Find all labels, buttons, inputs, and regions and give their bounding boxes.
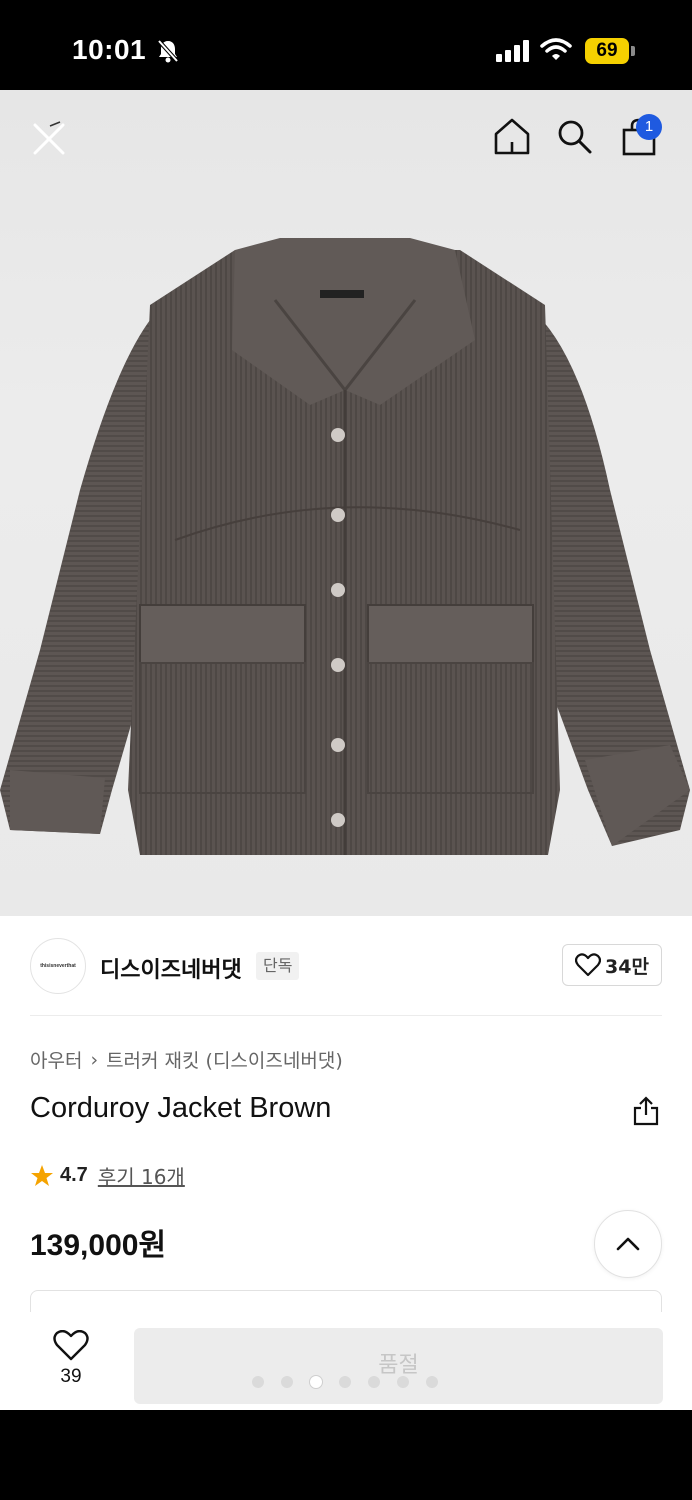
carousel-dot[interactable] bbox=[397, 1376, 409, 1388]
breadcrumb: 아우터 › 트러커 재킷 (디스이즈네버댓) bbox=[30, 1046, 343, 1073]
heart-icon bbox=[575, 953, 602, 977]
share-icon[interactable] bbox=[632, 1096, 660, 1126]
brand-logo-text: thisisneverthat bbox=[40, 963, 76, 969]
carousel-dots bbox=[252, 1376, 438, 1388]
close-icon[interactable] bbox=[30, 120, 68, 158]
bell-muted-icon bbox=[157, 39, 179, 63]
brand-name[interactable]: 디스이즈네버댓 bbox=[100, 952, 242, 984]
brand-like-button[interactable]: 34만 bbox=[562, 944, 662, 986]
carousel-dot[interactable] bbox=[339, 1376, 351, 1388]
home-icon[interactable] bbox=[492, 116, 532, 156]
product-title: Corduroy Jacket Brown bbox=[30, 1092, 332, 1124]
review-link[interactable]: 후기 16개 bbox=[98, 1161, 185, 1190]
breadcrumb-subcategory[interactable]: 트러커 재킷 (디스이즈네버댓) bbox=[106, 1046, 343, 1073]
bottom-action-bar: 39 품절 bbox=[0, 1312, 692, 1410]
product-image-gallery[interactable] bbox=[0, 90, 692, 916]
wifi-icon bbox=[540, 38, 572, 60]
status-bar: 10:01 69 bbox=[0, 0, 692, 90]
battery-indicator: 69 bbox=[585, 38, 629, 64]
wishlist-count: 39 bbox=[60, 1366, 82, 1387]
carousel-dot[interactable] bbox=[310, 1376, 322, 1388]
cart-count-badge: 1 bbox=[636, 114, 662, 140]
brand-logo[interactable]: thisisneverthat bbox=[30, 938, 86, 994]
breadcrumb-category[interactable]: 아우터 bbox=[30, 1046, 82, 1073]
star-icon bbox=[31, 1164, 53, 1186]
search-icon[interactable] bbox=[556, 118, 594, 156]
cellular-signal-icon bbox=[496, 40, 529, 62]
carousel-dot[interactable] bbox=[281, 1376, 293, 1388]
sold-out-button[interactable]: 품절 bbox=[134, 1328, 663, 1404]
status-time: 10:01 bbox=[72, 34, 147, 65]
carousel-dot[interactable] bbox=[368, 1376, 380, 1388]
battery-tip bbox=[631, 46, 635, 56]
product-photo bbox=[0, 238, 690, 855]
rating-value: 4.7 bbox=[60, 1164, 88, 1186]
rating-row: 4.7 후기 16개 bbox=[30, 1161, 185, 1190]
carousel-dot[interactable] bbox=[252, 1376, 264, 1388]
divider bbox=[30, 1015, 662, 1016]
chevron-up-icon bbox=[616, 1237, 640, 1251]
exclusive-badge: 단독 bbox=[256, 952, 300, 980]
brand-like-count: 34만 bbox=[605, 955, 649, 978]
product-price: 139,000원 bbox=[30, 1229, 167, 1262]
wishlist-button[interactable]: 39 bbox=[36, 1330, 106, 1388]
heart-icon bbox=[53, 1330, 89, 1361]
breadcrumb-separator-icon: › bbox=[90, 1048, 99, 1071]
home-indicator-area bbox=[0, 1410, 692, 1500]
scroll-top-button[interactable] bbox=[594, 1210, 662, 1278]
carousel-dot[interactable] bbox=[426, 1376, 438, 1388]
